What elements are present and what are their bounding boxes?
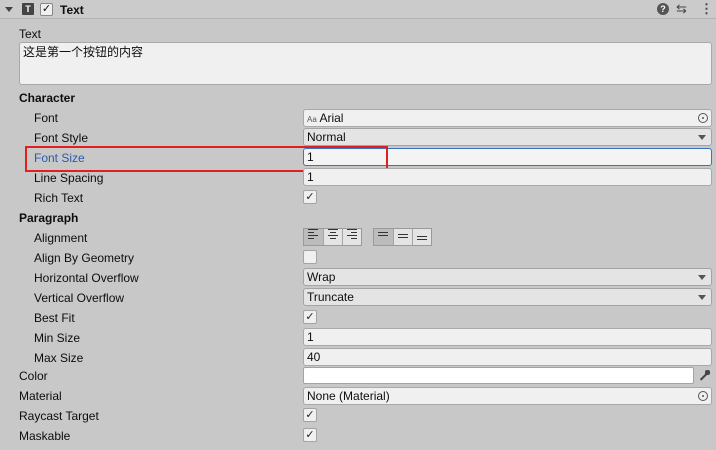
align-left-button[interactable] <box>304 229 323 245</box>
rich-text-checkbox[interactable]: ✓ <box>303 190 317 204</box>
maskable-label: Maskable <box>19 429 71 443</box>
color-label: Color <box>19 369 48 383</box>
horizontal-overflow-label: Horizontal Overflow <box>34 271 139 285</box>
font-field[interactable]: Aa Arial <box>303 109 712 127</box>
object-picker-icon[interactable] <box>698 391 708 401</box>
chevron-down-icon <box>698 135 706 140</box>
max-size-label: Max Size <box>34 351 84 365</box>
maskable-checkbox[interactable]: ✓ <box>303 428 317 442</box>
component-enabled-checkbox[interactable]: ✓ <box>40 3 53 16</box>
vertical-overflow-value: Truncate <box>307 290 354 304</box>
chevron-down-icon <box>698 295 706 300</box>
align-right-button[interactable] <box>342 229 362 245</box>
raycast-target-checkbox[interactable]: ✓ <box>303 408 317 422</box>
component-menu-icon[interactable]: ⋮ <box>700 1 713 17</box>
align-by-geometry-checkbox[interactable] <box>303 250 317 264</box>
font-style-label: Font Style <box>34 131 89 145</box>
align-center-button[interactable] <box>323 229 343 245</box>
chevron-down-icon <box>698 275 706 280</box>
highlight-box-left <box>25 146 306 172</box>
material-value: None (Material) <box>307 389 390 403</box>
vertical-alignment-group <box>373 228 432 246</box>
align-by-geometry-label: Align By Geometry <box>34 251 135 265</box>
character-section-header: Character <box>19 91 76 105</box>
min-size-field[interactable]: 1 <box>303 328 712 346</box>
text-component-icon: T <box>22 3 34 15</box>
text-area[interactable]: 这是第一个按钮的内容 <box>19 42 712 85</box>
line-spacing-field[interactable]: 1 <box>303 168 712 186</box>
eyedropper-icon[interactable] <box>696 367 712 384</box>
font-style-value: Normal <box>307 130 346 144</box>
object-picker-icon[interactable] <box>698 113 708 123</box>
max-size-field[interactable]: 40 <box>303 348 712 366</box>
font-style-dropdown[interactable]: Normal <box>303 128 712 146</box>
align-right-icon <box>347 229 366 245</box>
min-size-label: Min Size <box>34 331 81 345</box>
text-label: Text <box>19 27 42 41</box>
font-value: Arial <box>319 111 344 125</box>
presets-icon[interactable]: ⇆ <box>676 1 687 17</box>
best-fit-checkbox[interactable]: ✓ <box>303 310 317 324</box>
line-spacing-label: Line Spacing <box>34 171 104 185</box>
component-title: Text <box>60 3 84 17</box>
material-label: Material <box>19 389 62 403</box>
font-asset-icon: Aa <box>307 115 317 124</box>
best-fit-label: Best Fit <box>34 311 75 325</box>
vertical-overflow-dropdown[interactable]: Truncate <box>303 288 712 306</box>
vertical-overflow-label: Vertical Overflow <box>34 291 125 305</box>
align-top-button[interactable] <box>374 229 393 245</box>
rich-text-label: Rich Text <box>34 191 84 205</box>
align-bottom-button[interactable] <box>412 229 432 245</box>
raycast-target-label: Raycast Target <box>19 409 99 423</box>
align-middle-button[interactable] <box>393 229 413 245</box>
align-bottom-icon <box>417 236 436 252</box>
component-header: T ✓ Text ? ⇆ ⋮ <box>0 0 716 19</box>
alignment-label: Alignment <box>34 231 88 245</box>
horizontal-alignment-group <box>303 228 362 246</box>
horizontal-overflow-value: Wrap <box>307 270 336 284</box>
help-icon[interactable]: ? <box>657 3 669 15</box>
horizontal-overflow-dropdown[interactable]: Wrap <box>303 268 712 286</box>
material-field[interactable]: None (Material) <box>303 387 712 405</box>
font-label: Font <box>34 111 59 125</box>
color-swatch[interactable] <box>303 367 694 384</box>
foldout-arrow-icon[interactable] <box>5 7 13 12</box>
paragraph-section-header: Paragraph <box>19 211 79 225</box>
